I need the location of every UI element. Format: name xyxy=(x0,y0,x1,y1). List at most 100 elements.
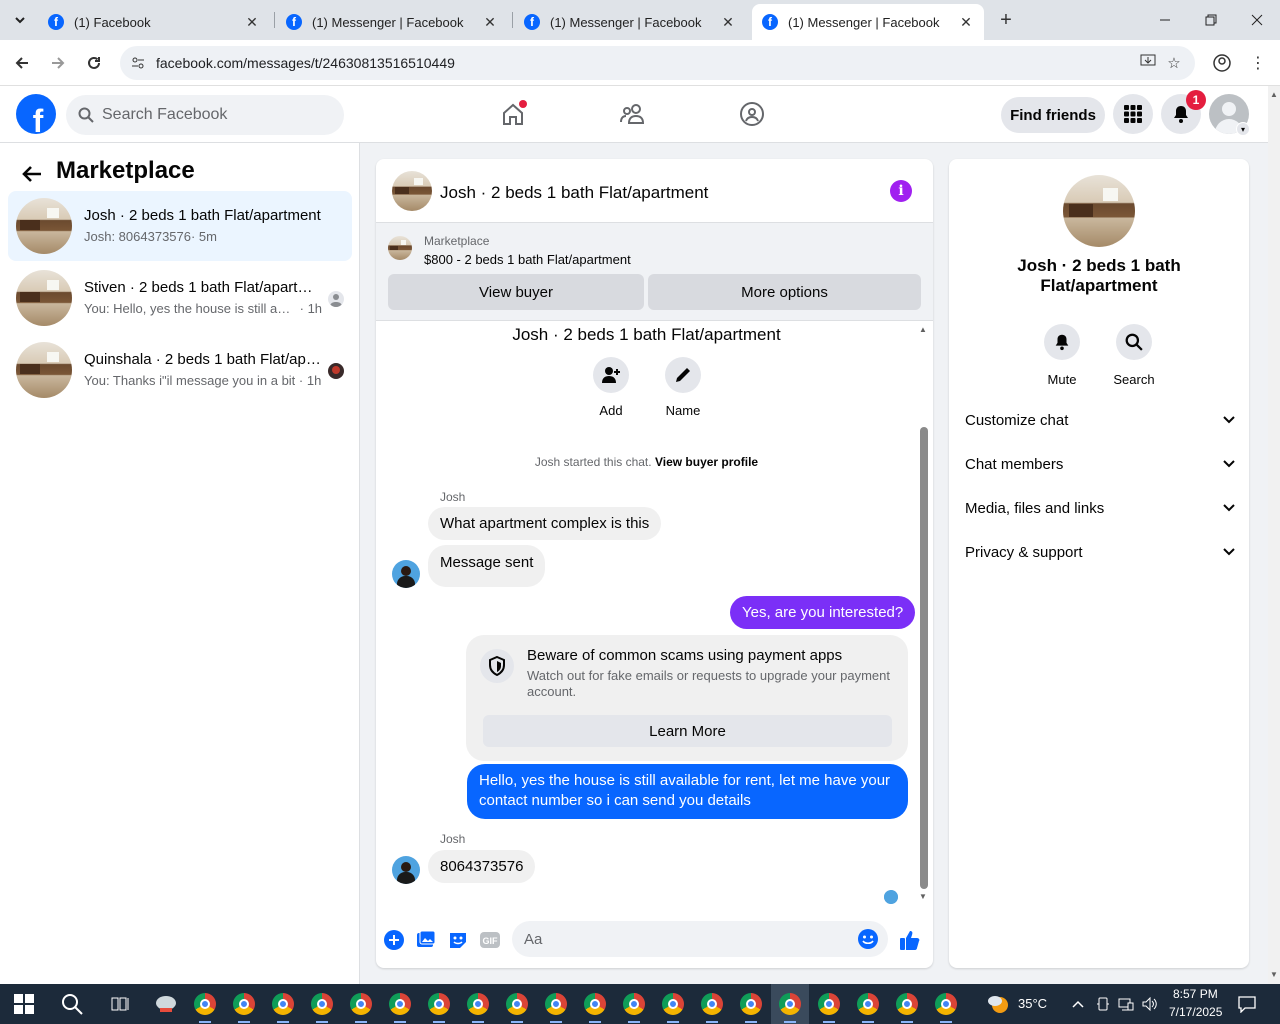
browser-tab[interactable]: f (1) Facebook ✕ xyxy=(38,4,270,40)
back-arrow-icon[interactable] xyxy=(18,160,46,188)
chat-title[interactable]: Josh · 2 beds 1 bath Flat/apartment xyxy=(440,183,708,203)
chrome-icon[interactable] xyxy=(230,990,258,1023)
view-buyer-button[interactable]: View buyer xyxy=(388,274,644,310)
scrollbar-thumb[interactable] xyxy=(920,427,928,889)
notification-center-icon[interactable] xyxy=(1238,995,1256,1013)
chevron-up-icon[interactable] xyxy=(1070,996,1086,1012)
message-thread[interactable]: Josh · 2 beds 1 bath Flat/apartment Add … xyxy=(376,321,933,906)
windows-start-icon[interactable] xyxy=(14,994,34,1014)
info-icon[interactable]: i xyxy=(890,180,912,202)
sticker-icon[interactable] xyxy=(447,929,469,951)
add-person-icon[interactable] xyxy=(593,357,629,393)
facebook-search[interactable] xyxy=(66,95,344,135)
name-action[interactable]: Name xyxy=(653,357,713,418)
device-icon[interactable] xyxy=(1095,996,1111,1012)
task-view-icon[interactable] xyxy=(106,990,134,1018)
chrome-icon[interactable] xyxy=(815,990,843,1023)
message-bubble-incoming[interactable]: Message sent xyxy=(428,545,546,587)
chrome-icon[interactable] xyxy=(464,990,492,1023)
chrome-icon[interactable] xyxy=(893,990,921,1023)
emoji-icon[interactable] xyxy=(857,928,879,950)
media-files-links-row[interactable]: Media, files and links xyxy=(965,493,1235,523)
back-arrow-icon[interactable] xyxy=(8,49,36,77)
scroll-down-arrow-icon[interactable]: ▼ xyxy=(1270,970,1278,979)
scroll-up-arrow-icon[interactable]: ▲ xyxy=(919,325,927,334)
weather-icon[interactable] xyxy=(984,990,1012,1018)
pencil-icon[interactable] xyxy=(665,357,701,393)
close-icon[interactable]: ✕ xyxy=(482,14,498,30)
bookmark-star-icon[interactable]: ☆ xyxy=(1161,54,1187,72)
search-icon[interactable] xyxy=(1116,324,1152,360)
browser-tab-active[interactable]: f (1) Messenger | Facebook ✕ xyxy=(752,4,984,40)
scroll-down-arrow-icon[interactable]: ▼ xyxy=(919,892,927,901)
close-icon[interactable]: ✕ xyxy=(720,14,736,30)
minimize-icon[interactable] xyxy=(1142,0,1188,40)
home-icon[interactable] xyxy=(497,98,529,130)
site-settings-icon[interactable] xyxy=(130,55,146,71)
temperature[interactable]: 35°C xyxy=(1018,996,1047,1011)
message-bubble-outgoing[interactable]: Hello, yes the house is still available … xyxy=(467,764,908,819)
chrome-icon[interactable] xyxy=(386,990,414,1023)
listing-price-title[interactable]: $800 - 2 beds 1 bath Flat/apartment xyxy=(424,252,631,267)
chrome-icon[interactable] xyxy=(347,990,375,1023)
chrome-icon[interactable] xyxy=(698,990,726,1023)
message-bubble-incoming[interactable]: What apartment complex is this xyxy=(428,507,662,540)
chrome-icon[interactable] xyxy=(542,990,570,1023)
message-bubble-incoming[interactable]: 8064373576 xyxy=(428,850,536,883)
search-action[interactable]: Search xyxy=(1104,324,1164,387)
close-icon[interactable]: ✕ xyxy=(244,14,260,30)
customize-chat-row[interactable]: Customize chat xyxy=(965,405,1235,435)
groups-icon[interactable] xyxy=(736,98,768,130)
volume-icon[interactable] xyxy=(1142,996,1158,1012)
chrome-icon[interactable] xyxy=(776,990,804,1023)
clock-time[interactable]: 8:57 PM xyxy=(1173,987,1218,1001)
search-input[interactable] xyxy=(102,106,322,124)
message-input[interactable] xyxy=(524,921,844,957)
learn-more-button[interactable]: Learn More xyxy=(483,715,892,747)
chrome-icon[interactable] xyxy=(854,990,882,1023)
chrome-icon[interactable] xyxy=(932,990,960,1023)
app-icon[interactable] xyxy=(152,990,180,1018)
restore-icon[interactable] xyxy=(1188,0,1234,40)
sender-avatar[interactable] xyxy=(392,560,420,588)
sender-avatar[interactable] xyxy=(392,856,420,884)
conversation-item[interactable]: Stiven · 2 beds 1 bath Flat/apartment Yo… xyxy=(8,263,352,333)
facebook-logo-icon[interactable]: f xyxy=(16,94,56,134)
chat-members-row[interactable]: Chat members xyxy=(965,449,1235,479)
new-tab-plus-icon[interactable]: + xyxy=(994,8,1018,32)
scroll-up-arrow-icon[interactable]: ▲ xyxy=(1270,90,1278,99)
account-chevron-icon[interactable]: ▾ xyxy=(1236,122,1250,136)
add-action[interactable]: Add xyxy=(581,357,641,418)
thread-scrollbar[interactable]: ▲ ▼ xyxy=(917,321,929,906)
browser-tab[interactable]: f (1) Messenger | Facebook ✕ xyxy=(276,4,508,40)
more-options-button[interactable]: More options xyxy=(648,274,921,310)
find-friends-button[interactable]: Find friends xyxy=(1001,97,1105,133)
conversation-item[interactable]: Quinshala · 2 beds 1 bath Flat/apartment… xyxy=(8,335,352,405)
profile-icon[interactable] xyxy=(1208,49,1236,77)
reload-icon[interactable] xyxy=(80,49,108,77)
network-icon[interactable] xyxy=(1118,996,1134,1012)
close-window-icon[interactable] xyxy=(1234,0,1280,40)
privacy-support-row[interactable]: Privacy & support xyxy=(965,537,1235,567)
chrome-icon[interactable] xyxy=(620,990,648,1023)
chrome-icon[interactable] xyxy=(425,990,453,1023)
chrome-icon[interactable] xyxy=(737,990,765,1023)
chrome-icon[interactable] xyxy=(308,990,336,1023)
mute-action[interactable]: Mute xyxy=(1032,324,1092,387)
chrome-icon[interactable] xyxy=(659,990,687,1023)
view-buyer-profile-link[interactable]: View buyer profile xyxy=(655,455,758,469)
listing-thumbnail[interactable] xyxy=(392,171,432,211)
search-icon[interactable] xyxy=(58,990,86,1018)
message-bubble-outgoing[interactable]: Yes, are you interested? xyxy=(730,596,916,629)
chrome-icon[interactable] xyxy=(191,990,219,1023)
menu-kebab-icon[interactable]: ⋮ xyxy=(1244,49,1272,77)
page-scrollbar[interactable]: ▲ ▼ xyxy=(1268,86,1280,984)
forward-arrow-icon[interactable] xyxy=(44,49,72,77)
tab-search-chevron-icon[interactable] xyxy=(8,8,32,32)
bell-icon[interactable] xyxy=(1044,324,1080,360)
plus-circle-icon[interactable] xyxy=(383,929,405,951)
conversation-item[interactable]: Josh · 2 beds 1 bath Flat/apartment Josh… xyxy=(8,191,352,261)
clock-date[interactable]: 7/17/2025 xyxy=(1169,1005,1222,1019)
friends-icon[interactable] xyxy=(617,98,649,130)
close-icon[interactable]: ✕ xyxy=(958,14,974,30)
